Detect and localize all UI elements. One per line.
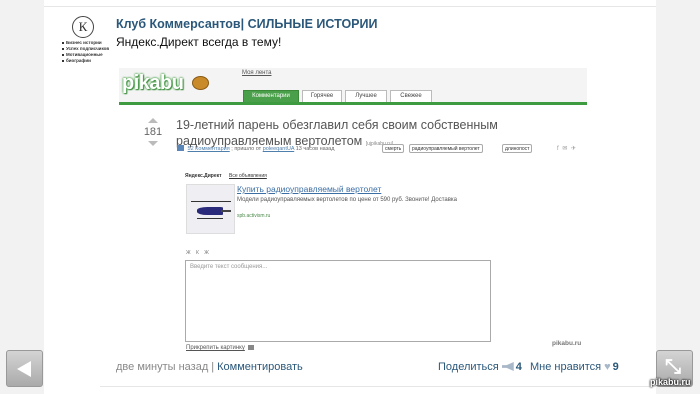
bottom-divider — [100, 386, 656, 387]
helicopter-skid — [197, 218, 223, 219]
comment-textarea: Введите текст сообщения... — [185, 260, 491, 342]
comment-icon — [177, 145, 184, 151]
group-logo-list: Бизнес истории Успех подписчиков Мотивац… — [62, 40, 118, 64]
downvote-icon — [148, 141, 158, 146]
like-count: 9 — [612, 361, 619, 373]
site-watermark: pikabu.ru — [650, 377, 691, 387]
like-label: Мне нравится — [530, 361, 602, 373]
pikabu-tab-comments: Комментарии — [243, 90, 299, 102]
megaphone-icon — [501, 362, 514, 371]
post-image[interactable]: pikabu Моя лента Комментарии Горячее Луч… — [119, 68, 587, 356]
pikabu-comments-link: 52 Комментария — [187, 146, 230, 152]
pikabu-header: pikabu Моя лента Комментарии Горячее Луч… — [119, 68, 587, 105]
heart-icon: ♥ — [604, 361, 611, 373]
group-name-link[interactable]: Клуб Коммерсантов| СИЛЬНЫЕ ИСТОРИИ — [116, 17, 377, 31]
image-icon — [247, 345, 254, 350]
helicopter-rotor — [191, 201, 231, 202]
left-arrow-icon — [17, 361, 31, 377]
post-footer-left: две минуты назад | Комментировать — [116, 361, 303, 375]
share-button[interactable]: Поделиться 4 — [438, 361, 522, 375]
footer-separator: | — [211, 361, 215, 373]
helicopter-image — [186, 184, 235, 234]
ad-link: Купить радиоуправляемый вертолет — [237, 184, 382, 194]
pikabu-tag: длинопост — [502, 144, 533, 153]
comment-button[interactable]: Комментировать — [217, 361, 303, 373]
pikabu-logo: pikabu — [122, 72, 184, 94]
group-avatar[interactable]: К Бизнес истории Успех подписчиков Мотив… — [62, 14, 114, 66]
prev-button[interactable] — [6, 350, 43, 387]
pikabu-share-icons: f ✉ ✈ — [557, 146, 578, 152]
format-toolbar: Ж К Ж — [186, 250, 211, 256]
share-count: 4 — [515, 361, 522, 373]
post-time[interactable]: две минуты назад — [116, 361, 208, 373]
pikabu-tab-fresh: Свежее — [390, 90, 432, 102]
pikabu-post-meta: 52 Комментария ; пришло от poleeqantUA 1… — [177, 144, 582, 156]
like-button[interactable]: Мне нравится ♥ 9 — [530, 361, 619, 375]
expand-icon: ⤡ — [665, 356, 681, 378]
ad-description: Модели радиоуправляемых вертолетов по це… — [237, 197, 457, 203]
pikabu-time: 13 часов назад — [295, 146, 335, 152]
pikabu-my-feed-link: Моя лента — [242, 70, 272, 76]
attach-label: Прикрепить картинку — [186, 345, 245, 351]
group-logo-letter: К — [72, 16, 94, 38]
ad-url: spb.activism.ru — [237, 213, 271, 219]
pikabu-score: 181 — [143, 126, 163, 138]
pikabu-nut-icon — [192, 76, 209, 90]
pikabu-tab-best: Лучшее — [345, 90, 387, 102]
pikabu-rating: 181 — [143, 118, 163, 146]
pikabu-tag: смерть — [382, 144, 405, 153]
comment-placeholder: Введите текст сообщения... — [190, 264, 268, 270]
attach-image-link: Прикрепить картинку — [186, 345, 254, 351]
screenshot-watermark: pikabu.ru — [552, 340, 582, 347]
share-label: Поделиться — [438, 361, 499, 373]
helicopter-body — [197, 207, 223, 215]
top-divider — [44, 6, 656, 7]
pikabu-tab-hot: Горячее — [302, 90, 342, 102]
pikabu-tag: радиоуправляемый вертолет — [409, 144, 483, 153]
helicopter-tail — [221, 210, 231, 212]
logo-list-item: биографии — [62, 58, 118, 64]
post-text: Яндекс.Директ всегда в тему! — [116, 35, 282, 49]
pikabu-meta-text: ; пришло от — [231, 146, 262, 152]
pikabu-author: poleeqantUA — [262, 146, 295, 152]
ad-label: Яндекс.Директ — [185, 173, 222, 179]
ad-all-link: Все объявления — [229, 173, 267, 179]
upvote-icon — [148, 118, 158, 123]
ad-header: Яндекс.Директ Все объявления — [185, 173, 267, 179]
